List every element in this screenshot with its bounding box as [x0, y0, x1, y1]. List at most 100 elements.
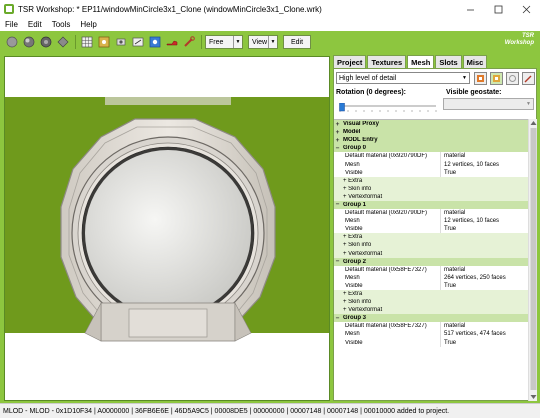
tree-value[interactable]: 517 vertices, 474 faces: [440, 330, 528, 339]
sphere-wire-icon[interactable]: [38, 34, 54, 50]
tree-subitem[interactable]: + Skin info: [334, 184, 528, 193]
tree-section[interactable]: + MODL Entry: [334, 136, 528, 145]
tree-property-row[interactable]: Default material (0x920790DF) material: [334, 152, 528, 161]
scroll-up-icon: [530, 121, 537, 125]
tree-label: MODL Entry: [343, 137, 378, 144]
view-menu[interactable]: View ▼: [248, 35, 278, 49]
refresh-icon[interactable]: [506, 72, 519, 85]
tree-value[interactable]: 264 vertices, 250 faces: [440, 273, 528, 282]
tree-value[interactable]: True: [440, 225, 528, 234]
menu-help[interactable]: Help: [75, 20, 101, 29]
tree-label: + Vertexformat: [343, 307, 383, 314]
shoe-icon[interactable]: [164, 34, 180, 50]
tree-property-row[interactable]: Default material (0x920790DF) material: [334, 209, 528, 218]
tree-value[interactable]: True: [440, 281, 528, 290]
mode-select[interactable]: Free ▼: [205, 35, 243, 49]
menu-tools[interactable]: Tools: [47, 20, 76, 29]
tab-textures[interactable]: Textures: [367, 55, 407, 68]
skeleton-icon[interactable]: [147, 34, 163, 50]
panel-tabs: Project Textures Mesh Slots Misc: [333, 55, 537, 68]
tree-subitem[interactable]: + Extra: [334, 176, 528, 185]
tree-section[interactable]: + Visual Proxy: [334, 120, 528, 129]
chevron-down-icon: ▼: [268, 36, 277, 48]
tab-slots[interactable]: Slots: [435, 55, 462, 68]
collapse-icon[interactable]: −: [334, 201, 341, 208]
tree-section[interactable]: − Group 2: [334, 257, 528, 266]
tree-value[interactable]: True: [440, 168, 528, 177]
tree-subitem[interactable]: + Skin info: [334, 298, 528, 307]
grid-icon[interactable]: [79, 34, 95, 50]
edit-button[interactable]: Edit: [283, 35, 312, 49]
tree-property-row[interactable]: Default material (0x58FE7327) material: [334, 265, 528, 274]
tree-value[interactable]: material: [440, 265, 528, 274]
window-glass: [85, 150, 251, 316]
tree-label: Visible: [345, 282, 363, 289]
tree-value[interactable]: material: [440, 209, 528, 218]
tree-label: Default material (0x58FE7327): [345, 266, 427, 273]
tree-property-row[interactable]: Mesh 264 vertices, 250 faces: [334, 273, 528, 282]
tree-section[interactable]: − Group 0: [334, 144, 528, 153]
chevron-down-icon: ▼: [233, 36, 242, 48]
cube-icon[interactable]: [55, 34, 71, 50]
tree-label: Mesh: [345, 161, 360, 168]
tree-section[interactable]: − Group 1: [334, 200, 528, 210]
collapse-icon[interactable]: −: [334, 258, 341, 265]
close-icon[interactable]: [512, 0, 540, 18]
tree-subitem[interactable]: + Vertexformat: [334, 249, 528, 258]
tree-property-row[interactable]: Mesh 517 vertices, 474 faces: [334, 330, 528, 339]
sphere-flat-icon[interactable]: [4, 34, 20, 50]
tree-value[interactable]: 12 vertices, 10 faces: [440, 217, 528, 226]
tree-value[interactable]: material: [440, 322, 528, 331]
maximize-icon[interactable]: [484, 0, 512, 18]
tree-property-row[interactable]: Visible True: [334, 225, 528, 234]
tree-section[interactable]: − Group 3: [334, 314, 528, 323]
wrench-icon[interactable]: [522, 72, 535, 85]
tree-label: Default material (0x920790DF): [345, 153, 428, 160]
tree-property-row[interactable]: Visible True: [334, 338, 528, 347]
tree-property-row[interactable]: Visible True: [334, 168, 528, 177]
tree-subitem[interactable]: + Vertexformat: [334, 192, 528, 201]
tree-subitem[interactable]: + Vertexformat: [334, 306, 528, 315]
normals-icon[interactable]: [130, 34, 146, 50]
mesh-panel: High level of detail ▼ Rotation (0 degre…: [333, 68, 537, 401]
collapse-icon[interactable]: −: [334, 315, 341, 322]
geostate-select: ▼: [443, 98, 534, 110]
collapse-icon[interactable]: −: [334, 145, 341, 152]
tree-subitem[interactable]: + Extra: [334, 233, 528, 242]
bones-icon[interactable]: [96, 34, 112, 50]
export-icon[interactable]: [474, 72, 487, 85]
camera-icon[interactable]: [113, 34, 129, 50]
rotation-slider[interactable]: [338, 103, 438, 113]
tree-property-row[interactable]: Default material (0x58FE7327) material: [334, 322, 528, 331]
sphere-shaded-icon[interactable]: [21, 34, 37, 50]
tree-property-row[interactable]: Mesh 12 vertices, 10 faces: [334, 160, 528, 169]
mesh-tree: + Visual Proxy + Model + MODL Entry − Group 0 De…: [334, 119, 528, 401]
tree-property-row[interactable]: Mesh 12 vertices, 10 faces: [334, 217, 528, 226]
tab-mesh[interactable]: Mesh: [407, 55, 435, 68]
tree-label: Mesh: [345, 331, 360, 338]
expand-icon[interactable]: +: [334, 137, 341, 144]
3d-viewport[interactable]: [4, 56, 330, 401]
tree-property-row[interactable]: Visible True: [334, 281, 528, 290]
import-icon[interactable]: [490, 72, 503, 85]
menu-edit[interactable]: Edit: [23, 20, 47, 29]
minimize-icon[interactable]: [456, 0, 484, 18]
tree-value[interactable]: True: [440, 338, 528, 347]
vertical-scrollbar[interactable]: [528, 119, 537, 401]
tab-project[interactable]: Project: [333, 55, 367, 68]
tree-subitem[interactable]: + Extra: [334, 289, 528, 299]
expand-icon[interactable]: +: [334, 121, 341, 128]
view-label: View: [252, 38, 268, 46]
tree-label: Group 1: [343, 201, 367, 208]
tree-value[interactable]: material: [440, 152, 528, 161]
expand-icon[interactable]: +: [334, 129, 341, 136]
tree-subitem[interactable]: + Skin info: [334, 241, 528, 250]
tree-section[interactable]: + Model: [334, 128, 528, 137]
tab-misc[interactable]: Misc: [462, 55, 488, 68]
tree-value[interactable]: 12 vertices, 10 faces: [440, 160, 528, 169]
window-title: TSR Workshop: * EP11/windowMinCircle3x1_…: [18, 4, 322, 14]
lod-select[interactable]: High level of detail ▼: [336, 72, 470, 84]
wrench-icon[interactable]: [181, 34, 197, 50]
menu-file[interactable]: File: [0, 20, 23, 29]
chevron-down-icon: ▼: [462, 75, 467, 81]
